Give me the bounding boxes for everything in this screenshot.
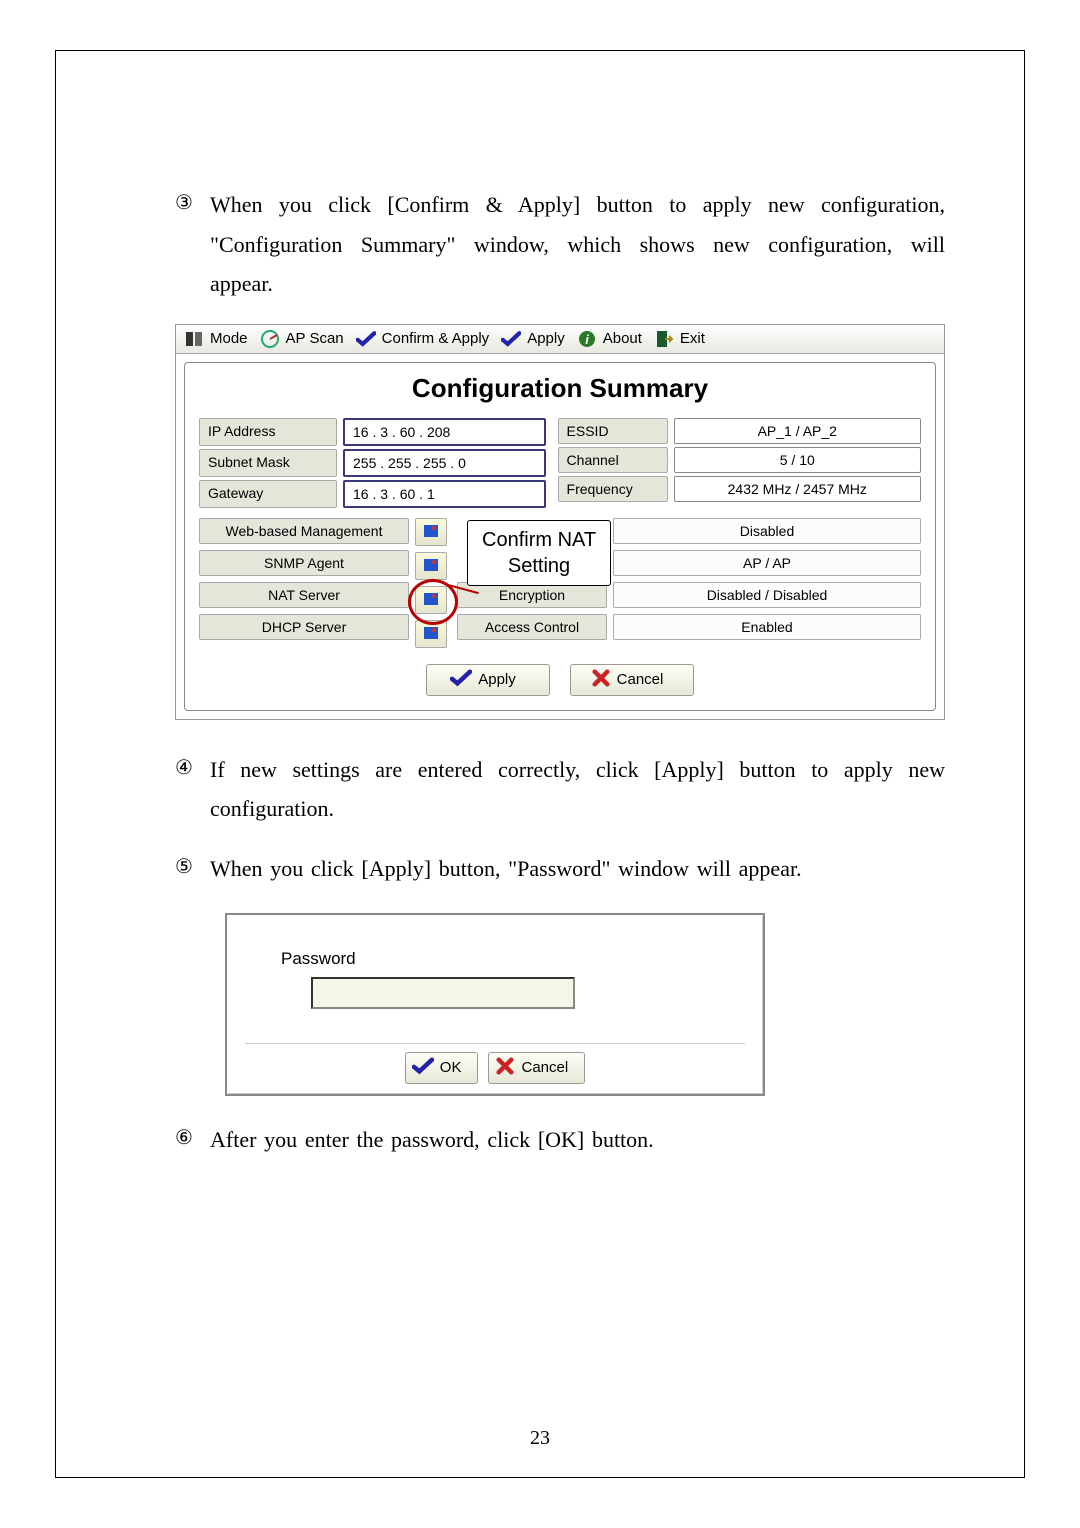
- op-mode-value: AP / AP: [613, 550, 921, 576]
- about-label[interactable]: About: [603, 330, 642, 347]
- status-flag-icon: [415, 552, 447, 580]
- access-control-label: Access Control: [457, 614, 607, 640]
- step-text: After you enter the password, click [OK]…: [210, 1120, 945, 1160]
- cancel-button-label: Cancel: [617, 671, 664, 688]
- step-text: If new settings are entered correctly, c…: [210, 750, 945, 829]
- nat-server-label: NAT Server: [199, 582, 409, 608]
- password-input[interactable]: [311, 977, 575, 1009]
- password-dialog: Password OK Cancel: [225, 913, 765, 1096]
- essid-value: AP_1 / AP_2: [674, 418, 921, 444]
- cancel-button-label: Cancel: [521, 1059, 568, 1076]
- toolbar: Mode AP Scan Confirm & Apply Apply i Abo…: [176, 325, 944, 354]
- instruction-3: ③ When you click [Confirm & Apply] butto…: [175, 185, 945, 304]
- config-summary-window: Mode AP Scan Confirm & Apply Apply i Abo…: [175, 324, 945, 720]
- apply-button-label: Apply: [478, 671, 516, 688]
- gateway-label: Gateway: [199, 480, 337, 508]
- subnet-mask-label: Subnet Mask: [199, 449, 337, 477]
- status-flag-icon: [415, 518, 447, 546]
- password-label: Password: [281, 949, 745, 969]
- callout-box: Confirm NAT Setting: [467, 520, 611, 586]
- cancel-button[interactable]: Cancel: [488, 1052, 585, 1084]
- subnet-mask-value: 255 . 255 . 255 . 0: [343, 449, 546, 477]
- cancel-button[interactable]: Cancel: [570, 664, 694, 696]
- access-control-value: Enabled: [613, 614, 921, 640]
- frequency-value: 2432 MHz / 2457 MHz: [674, 476, 921, 502]
- scan-radar-icon: [260, 329, 280, 349]
- web-mgmt-label: Web-based Management: [199, 518, 409, 544]
- encryption-value: Disabled / Disabled: [613, 582, 921, 608]
- channel-value: 5 / 10: [674, 447, 921, 473]
- channel-label: Channel: [558, 447, 668, 473]
- help-icon: i: [577, 329, 597, 349]
- exit-label[interactable]: Exit: [680, 330, 705, 347]
- ap-scan-label[interactable]: AP Scan: [286, 330, 344, 347]
- summary-panel: Configuration Summary IP Address 16 . 3 …: [184, 362, 936, 711]
- step-text: When you click [Apply] button, "Password…: [210, 849, 945, 889]
- ip-address-label: IP Address: [199, 418, 337, 446]
- status-flag-icon: [415, 620, 447, 648]
- ip-address-value: 16 . 3 . 60 . 208: [343, 418, 546, 446]
- checkmark-icon: [450, 669, 472, 691]
- exit-door-icon: [654, 329, 674, 349]
- x-icon: [495, 1057, 515, 1079]
- page-number: 23: [0, 1427, 1080, 1450]
- step-text: When you click [Confirm & Apply] button …: [210, 185, 945, 304]
- ok-button[interactable]: OK: [405, 1052, 479, 1084]
- gateway-value: 16 . 3 . 60 . 1: [343, 480, 546, 508]
- mode-label[interactable]: Mode: [210, 330, 248, 347]
- app-logo-icon: [184, 329, 204, 349]
- step-number: ③: [175, 185, 210, 304]
- apply-button[interactable]: Apply: [426, 664, 550, 696]
- nat-status-icon[interactable]: [415, 586, 447, 614]
- x-icon: [591, 669, 611, 691]
- checkmark-icon: [501, 329, 521, 349]
- snmp-agent-label: SNMP Agent: [199, 550, 409, 576]
- confirm-apply-label[interactable]: Confirm & Apply: [382, 330, 490, 347]
- step-number: ④: [175, 750, 210, 829]
- frequency-label: Frequency: [558, 476, 668, 502]
- instruction-6: ⑥ After you enter the password, click [O…: [175, 1120, 945, 1160]
- summary-title: Configuration Summary: [199, 373, 921, 404]
- checkmark-icon: [356, 329, 376, 349]
- checkmark-icon: [412, 1057, 434, 1079]
- svg-text:i: i: [585, 332, 589, 347]
- instruction-5: ⑤ When you click [Apply] button, "Passwo…: [175, 849, 945, 889]
- essid-label: ESSID: [558, 418, 668, 444]
- instruction-4: ④ If new settings are entered correctly,…: [175, 750, 945, 829]
- web-mgmt-status: Disabled: [613, 518, 921, 544]
- step-number: ⑥: [175, 1120, 210, 1160]
- ok-button-label: OK: [440, 1059, 462, 1076]
- step-number: ⑤: [175, 849, 210, 889]
- dhcp-server-label: DHCP Server: [199, 614, 409, 640]
- apply-label[interactable]: Apply: [527, 330, 565, 347]
